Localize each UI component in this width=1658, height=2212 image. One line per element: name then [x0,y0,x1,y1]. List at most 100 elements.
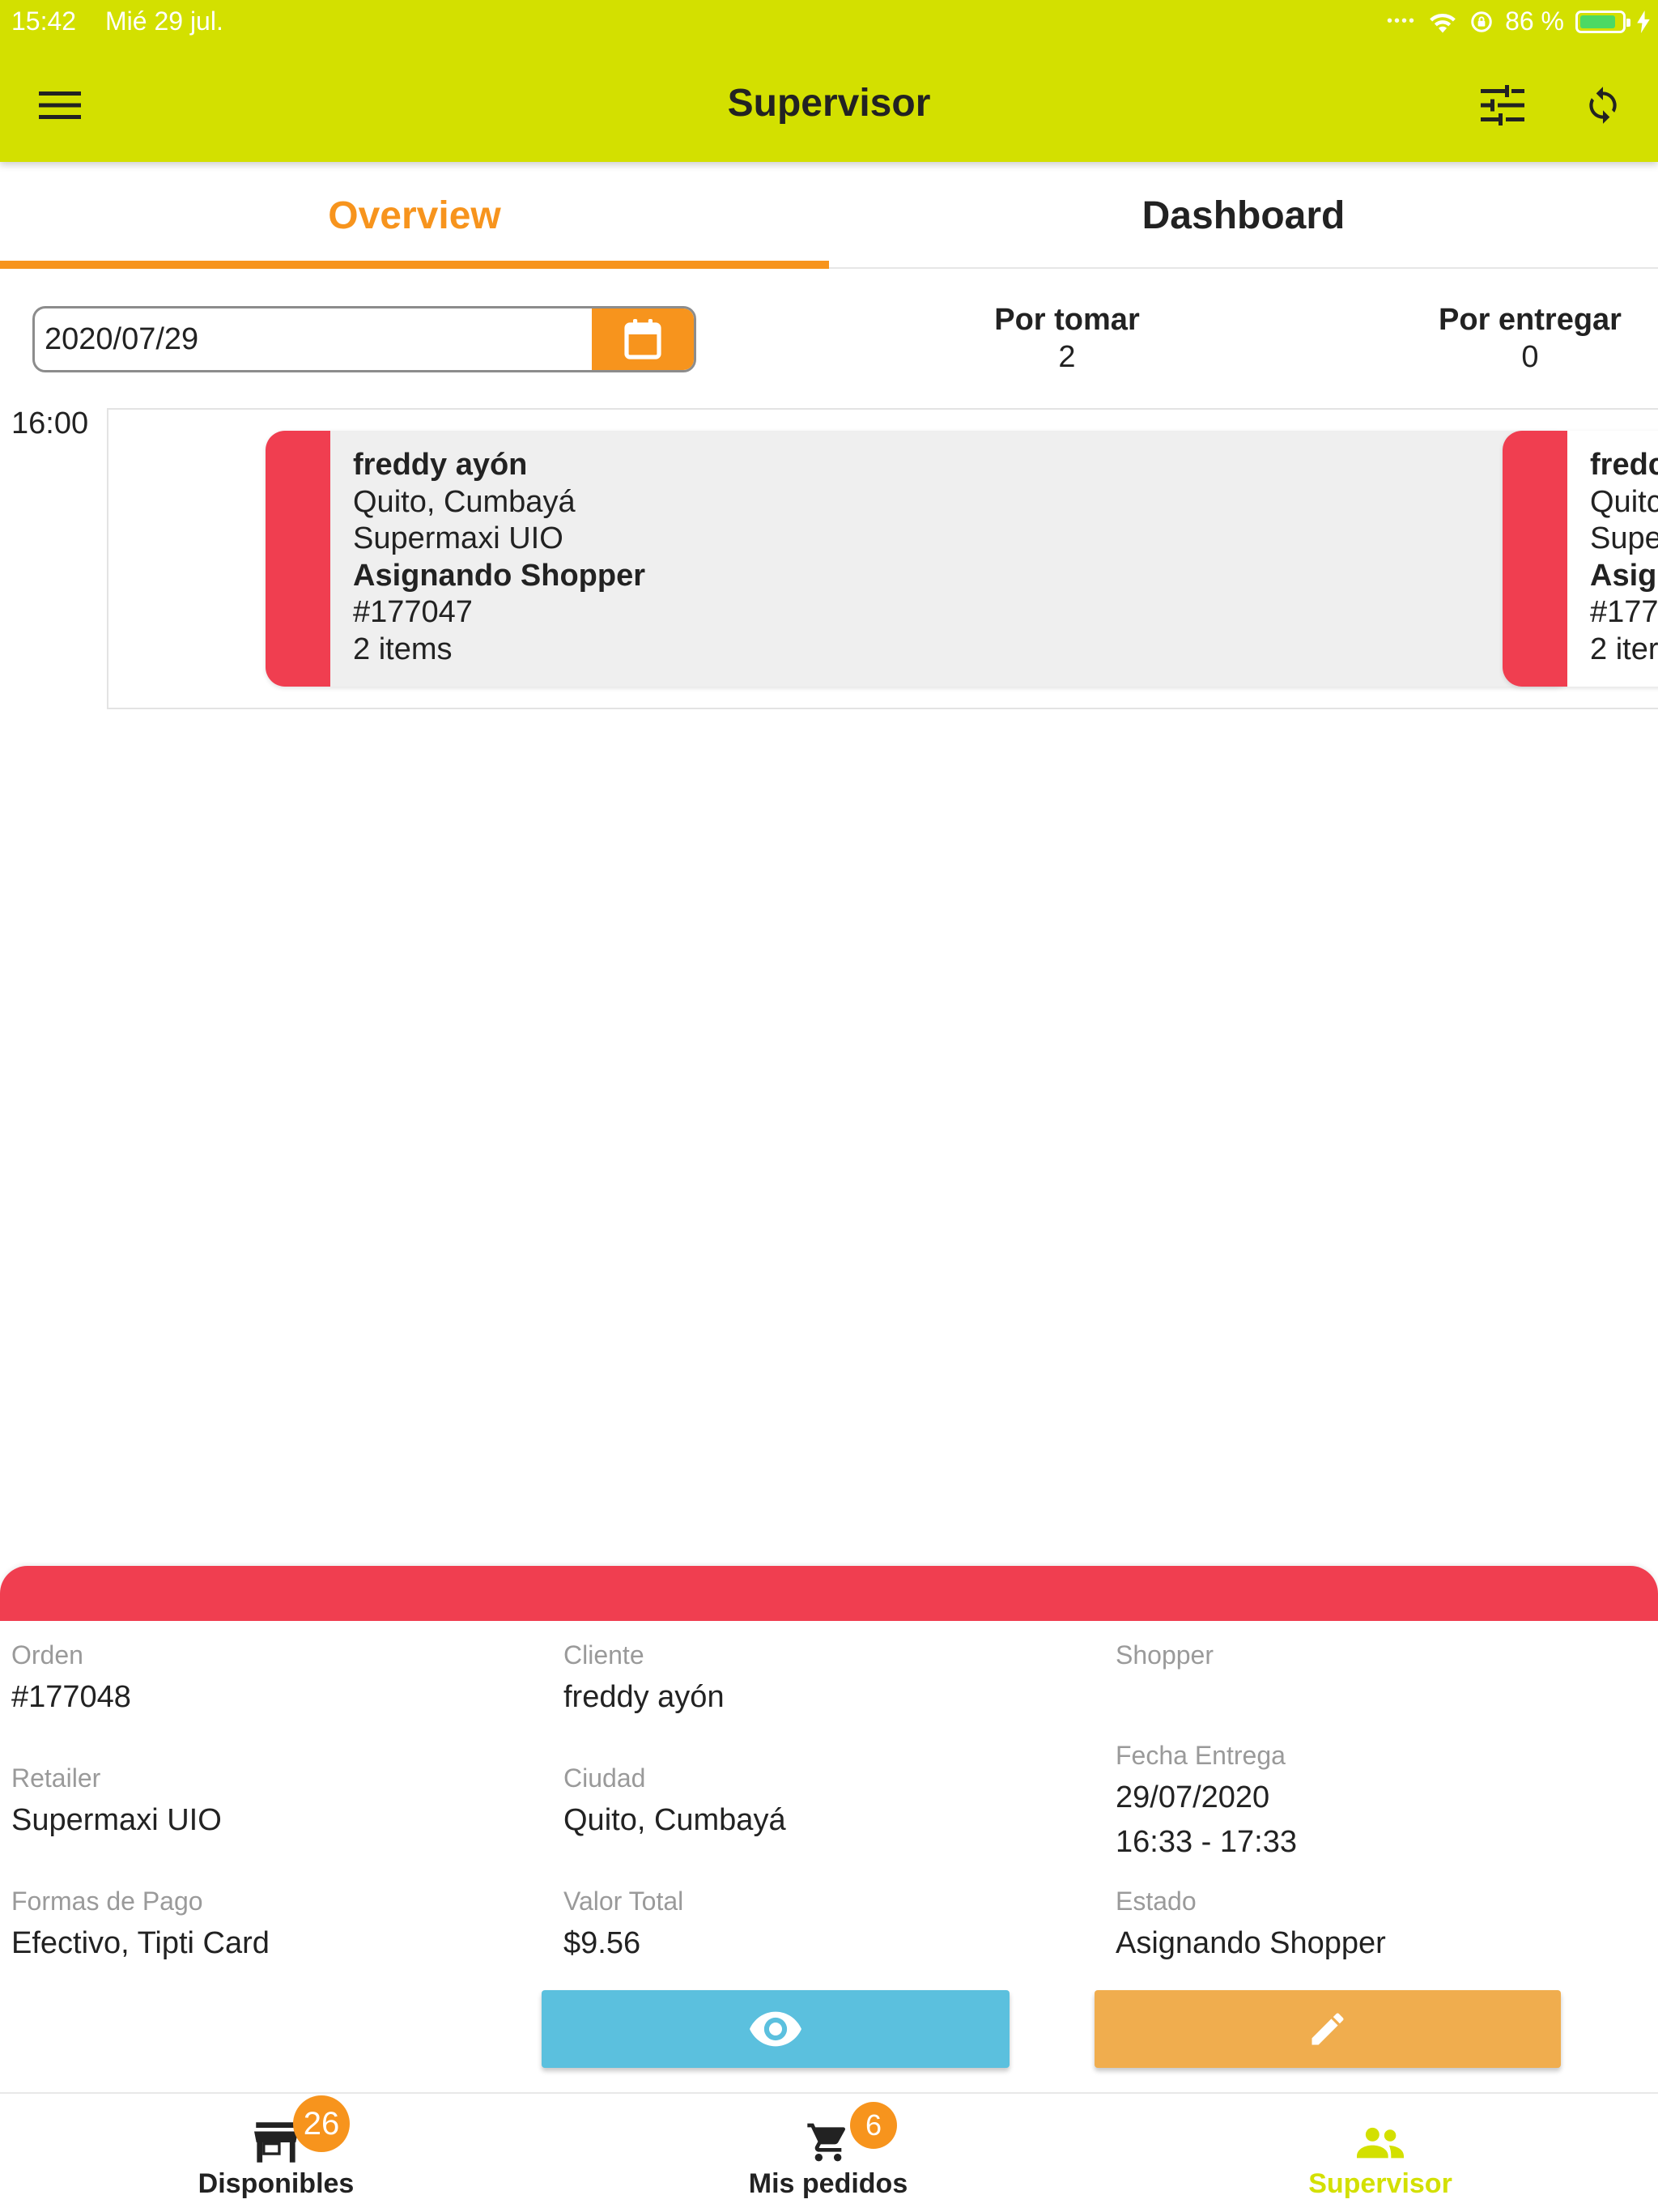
field-fecha-entrega-date: 29/07/2020 [1116,1780,1270,1814]
order-items: 2 items [353,632,453,666]
menu-button[interactable] [32,78,87,133]
app-bar: 15:42 Mié 29 jul. •••• 86 % Supervisor [0,0,1658,162]
tab-bar: Overview Dashboard [0,162,1658,269]
field-estado: Estado Asignando Shopper [1116,1887,1634,1961]
nav-supervisor-icon-wrap [1104,2116,1656,2168]
order-status-bar [266,431,330,687]
field-retailer: Retailer Supermaxi UIO [11,1763,529,1838]
tune-icon [1481,85,1524,125]
order-number: #177047 [353,595,473,629]
rotation-lock-icon [1471,11,1492,32]
order-city: Quitc [1590,484,1658,519]
order-number: #177 [1590,595,1658,629]
pencil-icon [1312,2013,1344,2045]
nav-mis-pedidos-badge: 6 [850,2102,897,2149]
order-card-body: fredc Quitc Supe Asigi #177 2 iter [1590,447,1658,668]
counter-por-tomar: Por tomar 2 [929,301,1205,376]
page-title: Supervisor [727,82,931,125]
calendar-button[interactable] [592,308,694,370]
filter-button[interactable] [1473,78,1532,133]
field-ciudad-value: Quito, Cumbayá [563,1803,786,1837]
field-cliente: Cliente freddy ayón [563,1640,1082,1715]
nav-disponibles-icon-wrap [0,2116,552,2168]
order-detail-panel: Orden #177048 Cliente freddy ayón Shoppe… [0,1566,1658,2092]
tab-overview[interactable]: Overview [0,162,829,269]
eye-icon [750,2011,801,2047]
field-shopper-label: Shopper [1116,1640,1214,1670]
order-status: Asignando Shopper [353,558,645,593]
field-ciudad: Ciudad Quito, Cumbayá [563,1763,1082,1838]
field-orden: Orden #177048 [11,1640,529,1715]
counter-por-entregar-value: 0 [1521,340,1539,374]
nav-supervisor[interactable]: Supervisor [1104,2094,1658,2212]
nav-supervisor-label: Supervisor [1308,2168,1452,2199]
counter-por-entregar-label: Por entregar [1439,303,1622,337]
sync-icon [1589,87,1617,124]
order-status-bar [1503,431,1567,687]
field-ciudad-label: Ciudad [563,1763,646,1793]
toolbar: Supervisor [0,45,1658,162]
field-shopper: Shopper [1116,1640,1634,1680]
field-estado-value: Asignando Shopper [1116,1926,1386,1960]
order-city: Quito, Cumbayá [353,484,576,519]
date-input[interactable] [35,308,593,370]
field-fecha-entrega-label: Fecha Entrega [1116,1741,1286,1770]
bottom-navigation: 26 Disponibles 6 Mis pedidos Supervisor [0,2092,1658,2212]
field-fecha-entrega: Fecha Entrega 29/07/2020 16:33 - 17:33 [1116,1741,1634,1860]
calendar-icon [624,319,661,359]
field-valor-total: Valor Total $9.56 [563,1887,1082,1961]
view-order-button[interactable] [542,1990,1010,2068]
tab-dashboard[interactable]: Dashboard [829,162,1658,269]
nav-disponibles-badge: 26 [293,2095,350,2152]
status-bar: 15:42 Mié 29 jul. •••• 86 % [0,0,1658,45]
detail-status-bar [0,1566,1658,1621]
menu-icon [39,91,81,119]
order-retailer: Supermaxi UIO [353,521,563,555]
cart-icon [807,2123,846,2162]
status-right: •••• 86 % [1387,6,1650,36]
wifi-icon [1430,13,1456,32]
counter-por-entregar: Por entregar 0 [1401,301,1658,376]
battery-level [1580,15,1615,28]
field-orden-label: Orden [11,1640,83,1670]
order-client: freddy ayón [353,448,528,482]
active-tab-indicator [0,261,829,269]
nav-mis-pedidos[interactable]: 6 Mis pedidos [552,2094,1104,2212]
field-formas-pago: Formas de Pago Efectivo, Tipti Card [11,1887,529,1961]
field-retailer-label: Retailer [11,1763,101,1793]
nav-disponibles[interactable]: 26 Disponibles [0,2094,552,2212]
field-estado-label: Estado [1116,1887,1197,1916]
refresh-button[interactable] [1574,78,1632,133]
date-picker [32,306,696,372]
order-status: Asigi [1590,558,1658,593]
charging-icon [1637,10,1650,33]
slot-time-label: 16:00 [11,406,89,440]
status-date: Mié 29 jul. [105,6,223,36]
field-cliente-value: freddy ayón [563,1680,725,1714]
field-valor-total-value: $9.56 [563,1926,641,1960]
order-items: 2 iter [1590,632,1658,666]
time-slot-row: freddy ayón Quito, Cumbayá Supermaxi UIO… [107,408,1658,709]
edit-order-button[interactable] [1095,1990,1561,2068]
field-orden-value: #177048 [11,1680,131,1714]
battery-percent: 86 % [1505,6,1564,36]
counter-por-tomar-value: 2 [1058,340,1076,374]
order-card[interactable]: fredc Quitc Supe Asigi #177 2 iter [1503,431,1658,687]
counter-por-tomar-label: Por tomar [994,303,1140,337]
signal-dots-icon: •••• [1387,12,1417,30]
field-valor-total-label: Valor Total [563,1887,684,1916]
field-cliente-label: Cliente [563,1640,644,1670]
field-retailer-value: Supermaxi UIO [11,1803,222,1837]
field-fecha-entrega-time: 16:33 - 17:33 [1116,1825,1297,1859]
nav-disponibles-label: Disponibles [198,2168,355,2199]
nav-mis-pedidos-icon-wrap [552,2116,1104,2168]
store-icon [254,2122,298,2163]
status-time: 15:42 [11,6,77,36]
field-formas-pago-label: Formas de Pago [11,1887,203,1916]
battery-icon [1575,10,1630,33]
order-card[interactable]: freddy ayón Quito, Cumbayá Supermaxi UIO… [266,431,1574,687]
order-retailer: Supe [1590,521,1658,555]
people-icon [1357,2127,1404,2159]
order-card-body: freddy ayón Quito, Cumbayá Supermaxi UIO… [353,447,645,668]
nav-mis-pedidos-label: Mis pedidos [748,2168,908,2199]
